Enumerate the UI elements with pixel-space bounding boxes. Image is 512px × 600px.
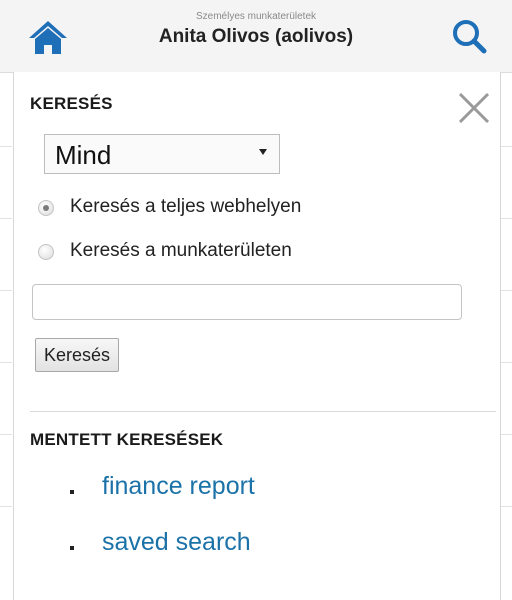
background-divider: [0, 434, 12, 435]
background-divider: [0, 290, 12, 291]
dropdown-arrow-icon: [259, 149, 267, 155]
background-divider: [500, 362, 512, 363]
background-divider: [500, 434, 512, 435]
scope-select[interactable]: Mind: [44, 134, 280, 174]
background-divider: [0, 506, 12, 507]
background-divider: [0, 146, 12, 147]
user-name: Anita Olivos (aolivos): [158, 26, 354, 47]
search-panel: KERESÉS Mind Keresés a teljes webhelyen …: [13, 72, 501, 600]
background-divider: [500, 218, 512, 219]
close-icon: [458, 92, 490, 124]
section-divider: [30, 411, 496, 412]
saved-search-link[interactable]: saved search: [102, 528, 251, 557]
bullet-icon: [70, 490, 74, 494]
background-divider: [500, 290, 512, 291]
radio-button[interactable]: [38, 244, 54, 260]
saved-searches-heading: MENTETT KERESÉSEK: [30, 430, 224, 449]
saved-search-link[interactable]: finance report: [102, 472, 255, 501]
background-divider: [0, 362, 12, 363]
scope-select-value: Mind: [55, 140, 112, 170]
search-input[interactable]: [32, 284, 462, 320]
bullet-icon: [70, 546, 74, 550]
top-bar: Személyes munkaterületek Anita Olivos (a…: [0, 0, 512, 73]
list-item: finance report: [14, 468, 500, 508]
background-divider: [500, 506, 512, 507]
close-button[interactable]: [456, 90, 492, 126]
background-divider: [0, 218, 12, 219]
radio-label: Keresés a munkaterületen: [70, 240, 292, 261]
list-item: saved search: [14, 524, 500, 564]
search-icon: [453, 20, 487, 54]
radio-button-checked[interactable]: [38, 200, 54, 216]
search-heading: KERESÉS: [30, 94, 113, 113]
search-button[interactable]: [448, 16, 492, 56]
background-divider: [500, 146, 512, 147]
radio-label: Keresés a teljes webhelyen: [70, 196, 302, 217]
workspace-subtitle: Személyes munkaterületek: [195, 11, 317, 22]
search-submit-button[interactable]: Keresés: [35, 338, 120, 372]
